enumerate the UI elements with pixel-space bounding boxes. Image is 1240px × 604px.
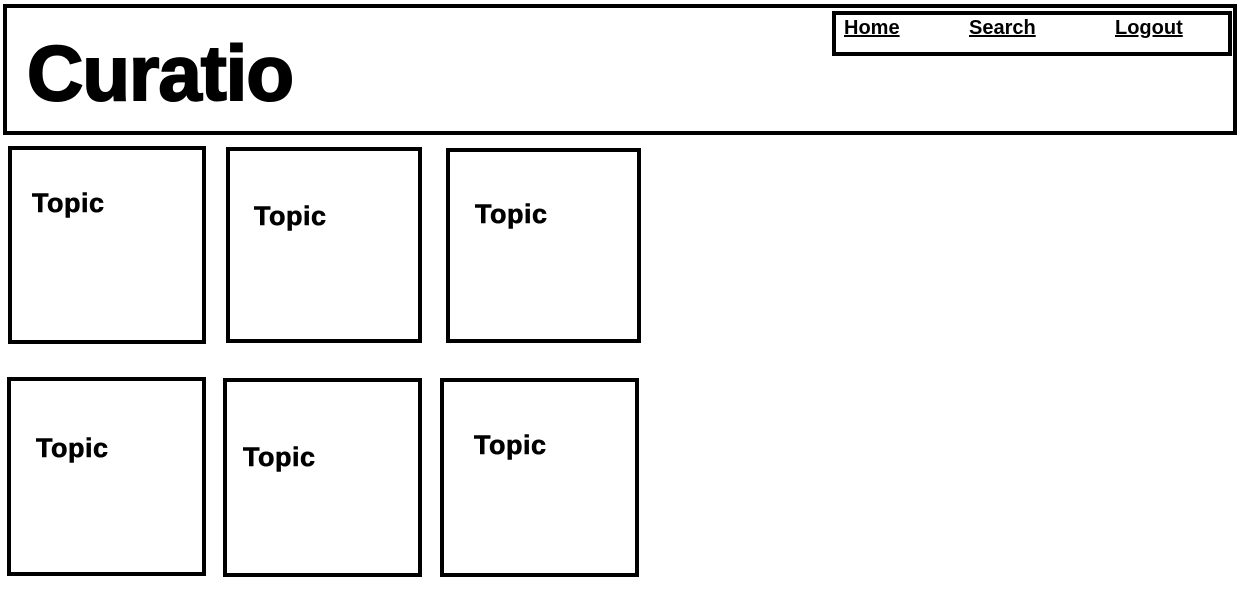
app-title: Curatio bbox=[26, 29, 295, 117]
topic-tile-5[interactable]: Topic bbox=[223, 378, 422, 577]
topic-tile-3[interactable]: Topic bbox=[446, 148, 641, 343]
topic-tile-6[interactable]: Topic bbox=[440, 378, 639, 577]
nav-link-home[interactable]: Home bbox=[844, 17, 900, 40]
topic-label: Topic bbox=[243, 442, 316, 473]
top-nav: Home Search Logout bbox=[832, 11, 1232, 56]
topic-label: Topic bbox=[475, 199, 548, 230]
topic-tile-1[interactable]: Topic bbox=[8, 146, 206, 344]
topic-tile-2[interactable]: Topic bbox=[226, 147, 422, 343]
nav-link-search[interactable]: Search bbox=[969, 17, 1036, 40]
topic-label: Topic bbox=[32, 188, 105, 219]
topic-label: Topic bbox=[254, 201, 327, 232]
nav-link-logout[interactable]: Logout bbox=[1115, 17, 1183, 40]
app-header: Curatio Home Search Logout bbox=[3, 4, 1237, 135]
topic-tile-4[interactable]: Topic bbox=[7, 377, 206, 576]
topic-label: Topic bbox=[474, 430, 547, 461]
topic-label: Topic bbox=[36, 433, 109, 464]
